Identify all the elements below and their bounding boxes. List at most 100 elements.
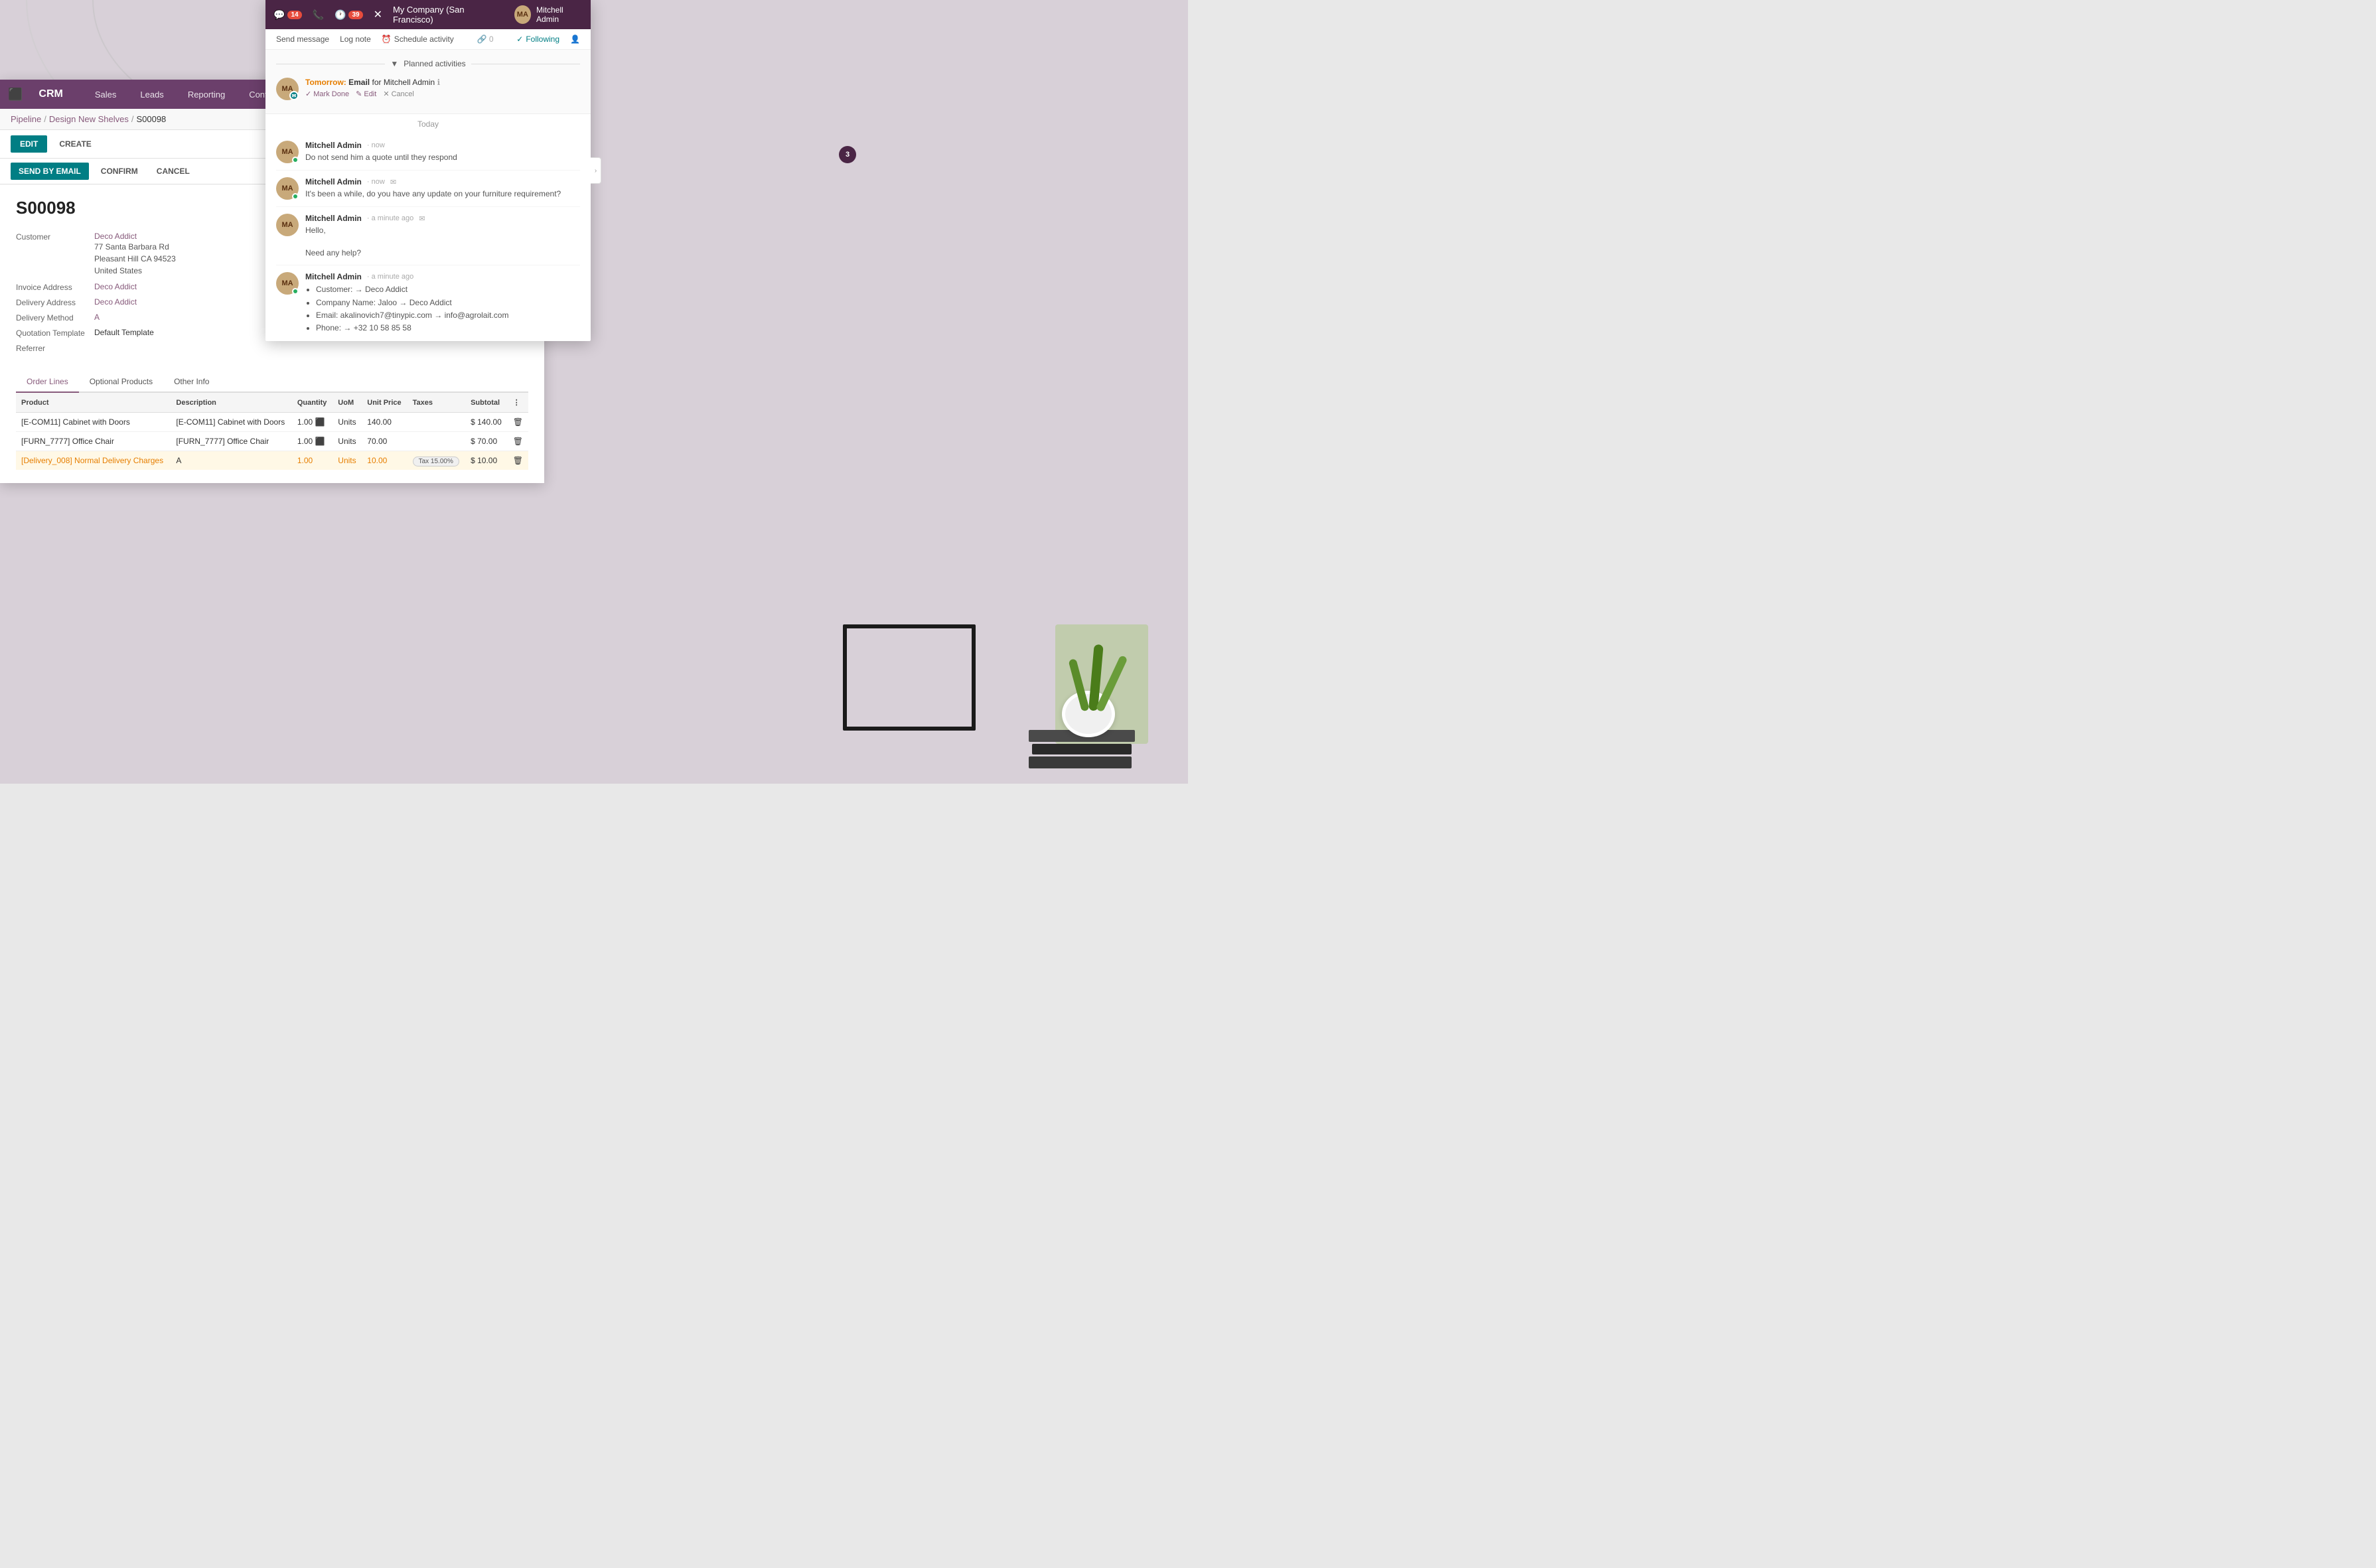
- following-button[interactable]: ✓ Following: [516, 35, 559, 44]
- msg-text-1: Do not send him a quote until they respo…: [305, 152, 580, 163]
- quotation-template-value: Default Template: [94, 328, 154, 337]
- delivery-address-value[interactable]: Deco Addict: [94, 297, 137, 307]
- message-item-2: MA Mitchell Admin · now ✉ It's been a wh…: [276, 171, 580, 207]
- row3-quantity: 1.00: [292, 451, 333, 470]
- row1-uom: Units: [333, 413, 362, 432]
- msg-list-item-1: Customer: → Deco Addict: [316, 283, 580, 296]
- message-item-3: MA Mitchell Admin · a minute ago ✉ Hello…: [276, 207, 580, 265]
- delivery-method-value[interactable]: A: [94, 313, 100, 322]
- activity-when: Tomorrow:: [305, 78, 346, 87]
- col-description: Description: [171, 393, 291, 413]
- app-grid-icon[interactable]: ⬛: [8, 88, 23, 102]
- message-item-1: MA Mitchell Admin · now Do not send him …: [276, 134, 580, 171]
- edit-activity-btn[interactable]: ✎ Edit: [356, 90, 376, 98]
- edit-button[interactable]: EDIT: [11, 135, 47, 153]
- msg-list-item-3: Email: akalinovich7@tinypic.com → info@a…: [316, 309, 580, 322]
- col-product: Product: [16, 393, 171, 413]
- log-note-btn[interactable]: Log note: [340, 35, 371, 44]
- row2-product[interactable]: [FURN_7777] Office Chair: [16, 432, 171, 451]
- cancel-button[interactable]: CANCEL: [150, 163, 196, 180]
- activity-email-dot: ✉: [289, 91, 299, 100]
- customer-row: Customer Deco Addict 77 Santa Barbara Rd…: [16, 232, 259, 277]
- close-icon[interactable]: ✕: [374, 8, 382, 21]
- planned-header: ▼ Planned activities: [265, 56, 591, 71]
- customer-address: 77 Santa Barbara RdPleasant Hill CA 9452…: [94, 241, 176, 277]
- company-name: My Company (San Francisco): [393, 5, 497, 25]
- col-quantity: Quantity: [292, 393, 333, 413]
- mark-done-btn[interactable]: ✓ Mark Done: [305, 90, 349, 98]
- chat-badge: 14: [287, 11, 301, 19]
- col-uom: UoM: [333, 393, 362, 413]
- row2-description: [FURN_7777] Office Chair: [171, 432, 291, 451]
- create-button[interactable]: CREATE: [52, 135, 98, 153]
- msg-header-4: Mitchell Admin · a minute ago: [305, 272, 580, 281]
- delivery-address-row: Delivery Address Deco Addict: [16, 297, 259, 307]
- msg-avatar-4: MA: [276, 272, 299, 295]
- send-message-btn[interactable]: Send message: [276, 35, 329, 44]
- msg-avatar-1: MA: [276, 141, 299, 163]
- row3-description: A: [171, 451, 291, 470]
- planned-activities-title[interactable]: Planned activities: [404, 59, 465, 68]
- row1-unit-price: 140.00: [362, 413, 407, 432]
- customer-value[interactable]: Deco Addict: [94, 232, 176, 241]
- tab-optional-products[interactable]: Optional Products: [79, 372, 163, 393]
- user-avatar: MA: [514, 5, 531, 24]
- row2-quantity: 1.00 ⬛: [292, 432, 333, 451]
- clock-icon[interactable]: 🕐 39: [334, 9, 363, 21]
- phone-icon[interactable]: 📞: [313, 9, 324, 21]
- activity-for: for: [372, 78, 381, 87]
- order-row-2: [FURN_7777] Office Chair [FURN_7777] Off…: [16, 432, 528, 451]
- msg-author-2: Mitchell Admin: [305, 177, 362, 186]
- row3-product[interactable]: [Delivery_008] Normal Delivery Charges: [16, 451, 171, 470]
- chatter-expand-button[interactable]: ›: [591, 157, 601, 184]
- message-item-4: MA Mitchell Admin · a minute ago Custome…: [276, 265, 580, 341]
- order-row-1: [E-COM11] Cabinet with Doors [E-COM11] C…: [16, 413, 528, 432]
- breadcrumb-design[interactable]: Design New Shelves: [49, 114, 129, 124]
- row1-description: [E-COM11] Cabinet with Doors: [171, 413, 291, 432]
- delivery-address-label: Delivery Address: [16, 297, 89, 307]
- activity-type: Email: [348, 78, 370, 87]
- nav-reporting[interactable]: Reporting: [183, 87, 230, 102]
- invoice-address-row: Invoice Address Deco Addict: [16, 282, 259, 292]
- confirm-button[interactable]: CONFIRM: [94, 163, 145, 180]
- planned-activities: ▼ Planned activities MA ✉ Tomorrow: Emai…: [265, 50, 591, 114]
- cancel-activity-btn[interactable]: ✕ Cancel: [383, 90, 414, 98]
- row3-uom: Units: [333, 451, 362, 470]
- user-count-badge[interactable]: 3: [839, 146, 856, 163]
- schedule-activity-btn[interactable]: ⏰ Schedule activity: [382, 35, 454, 44]
- msg-content-2: Mitchell Admin · now ✉ It's been a while…: [305, 177, 580, 200]
- activity-avatar: MA ✉: [276, 78, 299, 100]
- nav-sales[interactable]: Sales: [90, 87, 122, 102]
- add-follower-icon[interactable]: 👤: [570, 35, 580, 44]
- user-name: Mitchell Admin: [536, 5, 583, 24]
- tab-order-lines[interactable]: Order Lines: [16, 372, 79, 393]
- row1-delete[interactable]: 🗑: [508, 413, 528, 432]
- row1-product[interactable]: [E-COM11] Cabinet with Doors: [16, 413, 171, 432]
- breadcrumb-pipeline[interactable]: Pipeline: [11, 114, 41, 124]
- online-dot-1: [292, 157, 299, 163]
- row2-uom: Units: [333, 432, 362, 451]
- row1-taxes: [408, 413, 466, 432]
- msg-content-3: Mitchell Admin · a minute ago ✉ Hello,Ne…: [305, 214, 580, 258]
- msg-header-2: Mitchell Admin · now ✉: [305, 177, 580, 186]
- chat-icon[interactable]: 💬 14: [273, 9, 302, 21]
- tab-other-info[interactable]: Other Info: [163, 372, 220, 393]
- activity-title: Tomorrow: Email for Mitchell Admin ℹ: [305, 78, 580, 87]
- nav-leads[interactable]: Leads: [135, 87, 169, 102]
- msg-time-3: · a minute ago: [367, 214, 413, 222]
- msg-text-2: It's been a while, do you have any updat…: [305, 188, 580, 200]
- row1-quantity: 1.00 ⬛: [292, 413, 333, 432]
- msg-header-1: Mitchell Admin · now: [305, 141, 580, 150]
- referrer-label: Referrer: [16, 343, 89, 353]
- row3-delete[interactable]: 🗑: [508, 451, 528, 470]
- msg-time-1: · now: [367, 141, 385, 149]
- delivery-method-row: Delivery Method A: [16, 313, 259, 322]
- msg-author-3: Mitchell Admin: [305, 214, 362, 223]
- online-dot-4: [292, 288, 299, 295]
- col-unit-price: Unit Price: [362, 393, 407, 413]
- invoice-address-value[interactable]: Deco Addict: [94, 282, 137, 291]
- msg-text-3: Hello,Need any help?: [305, 225, 580, 258]
- row3-subtotal: $ 10.00: [465, 451, 508, 470]
- send-by-email-button[interactable]: SEND BY EMAIL: [11, 163, 89, 180]
- row2-delete[interactable]: 🗑: [508, 432, 528, 451]
